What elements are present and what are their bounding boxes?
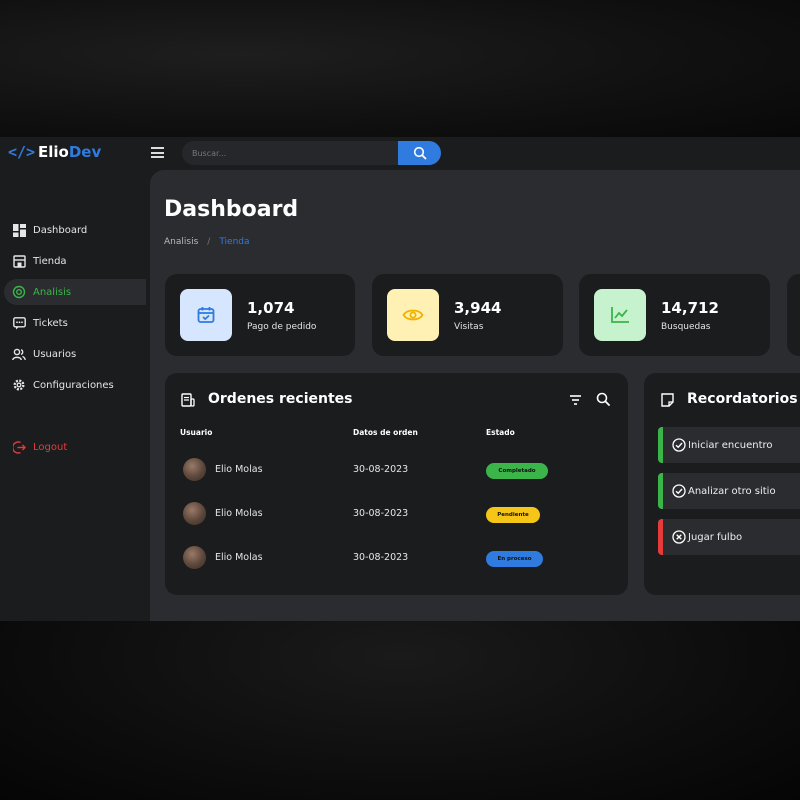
code-icon: </> <box>8 143 36 161</box>
search-input[interactable] <box>182 141 398 165</box>
analytics-icon <box>12 285 26 299</box>
avatar <box>183 502 206 525</box>
sidebar-item-tienda[interactable]: Tienda <box>4 248 146 274</box>
cell-date: 30-08-2023 <box>353 508 409 519</box>
check-circle-icon <box>672 438 686 452</box>
reminder-label: Jugar fulbo <box>688 531 743 543</box>
reminder-item[interactable]: Iniciar encuentro <box>658 427 800 463</box>
stat-card-partial <box>787 274 800 356</box>
status-badge: Pendiente <box>486 507 540 523</box>
search-bar <box>182 141 442 165</box>
brand-name: ElioDev <box>38 143 101 161</box>
users-icon <box>12 347 26 361</box>
search-button[interactable] <box>398 141 441 165</box>
orders-panel: Ordenes recientes Usuario Datos de orden… <box>165 373 628 595</box>
reminders-panel: Recordatorios Iniciar encuentro Analizar… <box>644 373 800 595</box>
status-badge: En proceso <box>486 551 543 567</box>
table-row[interactable]: Elio Molas 30-08-2023 En proceso <box>165 537 628 581</box>
cell-user: Elio Molas <box>215 552 263 563</box>
sidebar-item-label: Configuraciones <box>33 379 114 391</box>
sidebar-item-label: Tickets <box>33 317 68 329</box>
sidebar-item-analisis[interactable]: Analisis <box>4 279 146 305</box>
store-icon <box>12 254 26 268</box>
sidebar-item-label: Tienda <box>33 255 67 267</box>
brand-name-part-2: Dev <box>68 143 102 161</box>
breadcrumb-item[interactable]: Analisis <box>164 237 198 247</box>
table-row[interactable]: Elio Molas 30-08-2023 Completado <box>165 449 628 493</box>
column-header-date: Datos de orden <box>353 428 418 437</box>
receipt-icon <box>181 393 195 407</box>
reminder-status-bar <box>658 427 663 463</box>
note-icon <box>661 393 674 407</box>
app-window: </> ElioDev Dashboard Tienda Analisis Ti… <box>0 137 800 621</box>
stat-value: 1,074 <box>247 298 295 317</box>
sidebar-item-label: Usuarios <box>33 348 77 360</box>
breadcrumb-current[interactable]: Tienda <box>219 237 249 247</box>
background-bottom <box>0 621 800 800</box>
sidebar: Dashboard Tienda Analisis Tickets Usuari… <box>0 170 150 621</box>
reminders-title: Recordatorios <box>687 391 798 407</box>
background-top <box>0 0 800 137</box>
search-icon[interactable] <box>596 392 610 406</box>
cell-date: 30-08-2023 <box>353 552 409 563</box>
reminder-status-bar <box>658 519 663 555</box>
reminder-item[interactable]: Jugar fulbo <box>658 519 800 555</box>
sidebar-item-label: Analisis <box>33 286 72 298</box>
orders-title: Ordenes recientes <box>208 391 353 407</box>
avatar <box>183 458 206 481</box>
eye-icon <box>387 289 439 341</box>
gear-icon <box>12 378 26 392</box>
stat-card-visitas: 3,944 Visitas <box>372 274 563 356</box>
reminder-label: Analizar otro sitio <box>688 485 776 497</box>
stat-label: Visitas <box>454 321 484 332</box>
sidebar-item-usuarios[interactable]: Usuarios <box>4 341 146 367</box>
breadcrumb-separator: / <box>207 237 211 247</box>
stat-card-busquedas: 14,712 Busquedas <box>579 274 770 356</box>
column-header-user: Usuario <box>180 428 213 437</box>
reminder-status-bar <box>658 473 663 509</box>
stat-card-pedidos: 1,074 Pago de pedido <box>165 274 355 356</box>
sidebar-item-dashboard[interactable]: Dashboard <box>4 217 146 243</box>
top-bar: </> ElioDev <box>0 137 800 170</box>
reminder-label: Iniciar encuentro <box>688 439 773 451</box>
stat-value: 14,712 <box>661 298 719 317</box>
stat-value: 3,944 <box>454 298 502 317</box>
dashboard-icon <box>12 223 26 237</box>
brand-logo[interactable]: </> ElioDev <box>8 143 101 161</box>
sidebar-item-configuraciones[interactable]: Configuraciones <box>4 372 146 398</box>
search-icon <box>413 146 426 160</box>
logout-label: Logout <box>33 441 68 453</box>
breadcrumb: Analisis / Tienda <box>164 237 250 247</box>
page-title: Dashboard <box>164 197 299 222</box>
line-chart-icon <box>594 289 646 341</box>
filter-icon[interactable] <box>569 394 582 406</box>
cell-user: Elio Molas <box>215 508 263 519</box>
sidebar-item-label: Dashboard <box>33 224 88 236</box>
calendar-check-icon <box>180 289 232 341</box>
hamburger-menu-icon[interactable] <box>151 147 164 158</box>
stat-label: Busquedas <box>661 321 711 332</box>
message-icon <box>12 316 26 330</box>
reminder-item[interactable]: Analizar otro sitio <box>658 473 800 509</box>
cell-date: 30-08-2023 <box>353 464 409 475</box>
logout-button[interactable]: Logout <box>4 434 146 460</box>
logout-icon <box>12 440 26 454</box>
check-circle-icon <box>672 484 686 498</box>
sidebar-item-tickets[interactable]: Tickets <box>4 310 146 336</box>
x-circle-icon <box>672 530 686 544</box>
main-content: Dashboard Analisis / Tienda 1,074 Pago d… <box>150 170 800 621</box>
column-header-status: Estado <box>486 428 515 437</box>
status-badge: Completado <box>486 463 548 479</box>
stat-label: Pago de pedido <box>247 321 317 332</box>
table-row[interactable]: Elio Molas 30-08-2023 Pendiente <box>165 493 628 537</box>
cell-user: Elio Molas <box>215 464 263 475</box>
brand-name-part-1: Elio <box>38 143 69 161</box>
avatar <box>183 546 206 569</box>
